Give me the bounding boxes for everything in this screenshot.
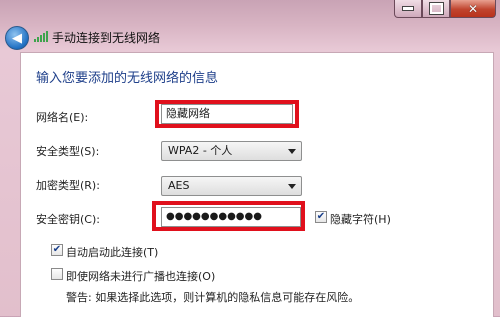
- close-button[interactable]: ✕: [450, 0, 496, 18]
- security-key-label: 安全密钥(C):: [36, 213, 100, 226]
- chevron-down-icon: [288, 149, 296, 154]
- auto-start-label: 自动启动此连接(T): [66, 246, 159, 259]
- security-type-label: 安全类型(S):: [36, 145, 100, 158]
- security-key-input[interactable]: ●●●●●●●●●●●: [161, 207, 301, 227]
- auto-start-checkbox[interactable]: ✔: [51, 244, 63, 256]
- security-type-select[interactable]: WPA2 - 个人: [161, 141, 302, 161]
- privacy-warning-text: 警告: 如果选择此选项，则计算机的隐私信息可能存在风险。: [66, 291, 360, 304]
- window-controls: ✕: [394, 0, 496, 18]
- chevron-down-icon: [288, 184, 296, 189]
- security-type-value: WPA2 - 个人: [168, 144, 233, 157]
- checkmark-icon: ✔: [52, 244, 62, 255]
- page-heading: 输入您要添加的无线网络的信息: [36, 71, 219, 86]
- content-panel: 输入您要添加的无线网络的信息 网络名(E): 隐藏网络 安全类型(S): WPA…: [20, 52, 494, 317]
- connect-no-broadcast-label: 即使网络未进行广播也连接(O): [66, 270, 216, 283]
- checkmark-icon: ✔: [316, 211, 326, 222]
- network-name-input[interactable]: 隐藏网络: [161, 104, 293, 124]
- minimize-button[interactable]: [394, 0, 422, 18]
- wireless-network-icon: [34, 31, 48, 42]
- encryption-type-value: AES: [168, 179, 190, 192]
- maximize-icon: [428, 2, 444, 15]
- hide-characters-label: 隐藏字符(H): [330, 213, 391, 226]
- back-arrow-icon: ◀: [12, 30, 22, 46]
- network-name-label: 网络名(E):: [36, 111, 89, 124]
- window-titlebar: ✕ ◀ 手动连接到无线网络: [0, 0, 500, 52]
- hide-characters-checkbox[interactable]: ✔: [315, 211, 327, 223]
- minimize-icon: [402, 6, 414, 11]
- encryption-type-select[interactable]: AES: [161, 176, 302, 196]
- close-icon: ✕: [467, 1, 479, 16]
- window-title: 手动连接到无线网络: [52, 31, 161, 45]
- connect-no-broadcast-checkbox[interactable]: [51, 268, 63, 280]
- encryption-type-label: 加密类型(R):: [36, 179, 100, 192]
- maximize-button[interactable]: [422, 0, 450, 18]
- back-button[interactable]: ◀: [5, 26, 29, 50]
